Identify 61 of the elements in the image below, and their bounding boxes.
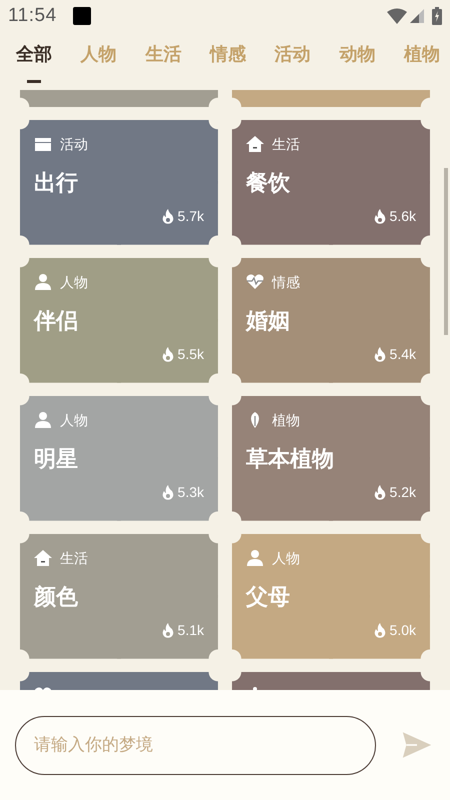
card-title: 伴侣 — [34, 307, 78, 336]
category-label: 情感 — [272, 272, 300, 292]
category-tab[interactable]: 生活 — [145, 32, 182, 68]
dream-card[interactable]: 人物 明星 5.3k — [20, 396, 218, 521]
card-title: 出行 — [34, 169, 78, 198]
popularity-count: 5.5k — [178, 345, 204, 364]
flame-icon — [162, 485, 174, 500]
popularity-count: 5.6k — [390, 207, 416, 226]
dream-card[interactable]: 活动 出行 5.7k — [20, 120, 218, 245]
category-tab[interactable]: 动物 — [339, 32, 376, 68]
card-title: 明星 — [34, 445, 78, 474]
clock-time: 11:54 — [8, 4, 57, 28]
card-title: 父母 — [246, 583, 290, 612]
popularity-count: 5.1k — [178, 621, 204, 640]
category-label: 植物 — [272, 410, 300, 430]
dream-card[interactable]: 植物 草本植物 5.2k — [232, 396, 430, 521]
battery-icon — [432, 7, 442, 25]
dream-card[interactable]: 生活 颜色 5.1k — [20, 534, 218, 659]
category-label: 活动 — [60, 134, 88, 154]
flame-icon — [162, 347, 174, 362]
notification-icon — [72, 7, 91, 25]
card-title: 颜色 — [34, 583, 78, 612]
category-tab[interactable]: 活动 — [274, 32, 311, 68]
house-icon — [34, 549, 52, 567]
category-label: 生活 — [60, 548, 88, 568]
dream-card[interactable]: 生活 餐饮 5.6k — [232, 120, 430, 245]
popularity-count: 5.2k — [390, 483, 416, 502]
person-icon — [246, 549, 264, 567]
wifi-icon — [387, 8, 407, 24]
person-icon — [34, 411, 52, 429]
dream-input-field[interactable]: 请输入你的梦境 — [15, 716, 376, 774]
popularity-count: 5.4k — [390, 345, 416, 364]
category-label: 人物 — [272, 548, 300, 568]
flame-icon — [374, 347, 386, 362]
category-tab[interactable]: 植物 — [404, 32, 440, 68]
flame-icon — [374, 623, 386, 638]
popularity-count: 5.3k — [178, 483, 204, 502]
signal-icon — [410, 9, 424, 23]
flame-icon — [162, 623, 174, 638]
category-tab[interactable]: 情感 — [210, 32, 246, 68]
dream-card[interactable]: 情感 婚姻 5.4k — [232, 258, 430, 383]
heart-pulse-icon — [246, 273, 264, 291]
category-tab[interactable]: 人物 — [80, 32, 117, 68]
category-tab[interactable]: 全部 — [16, 32, 52, 83]
card-title: 餐饮 — [246, 169, 290, 198]
calendar-icon — [34, 135, 52, 153]
category-label: 人物 — [60, 272, 88, 292]
dream-card[interactable]: 人物 父母 5.0k — [232, 534, 430, 659]
card-title: 草本植物 — [246, 445, 334, 474]
dream-card[interactable]: 人物 伴侣 5.5k — [20, 258, 218, 383]
popularity-count: 5.0k — [390, 621, 416, 640]
flame-icon — [162, 209, 174, 224]
tab-underline — [27, 80, 41, 83]
category-label: 生活 — [272, 134, 300, 154]
flame-icon — [374, 485, 386, 500]
popularity-count: 5.7k — [178, 207, 204, 226]
card-title: 婚姻 — [246, 307, 290, 336]
category-label: 人物 — [60, 410, 88, 430]
house-icon — [246, 135, 264, 153]
person-icon — [34, 273, 52, 291]
flame-icon — [374, 209, 386, 224]
